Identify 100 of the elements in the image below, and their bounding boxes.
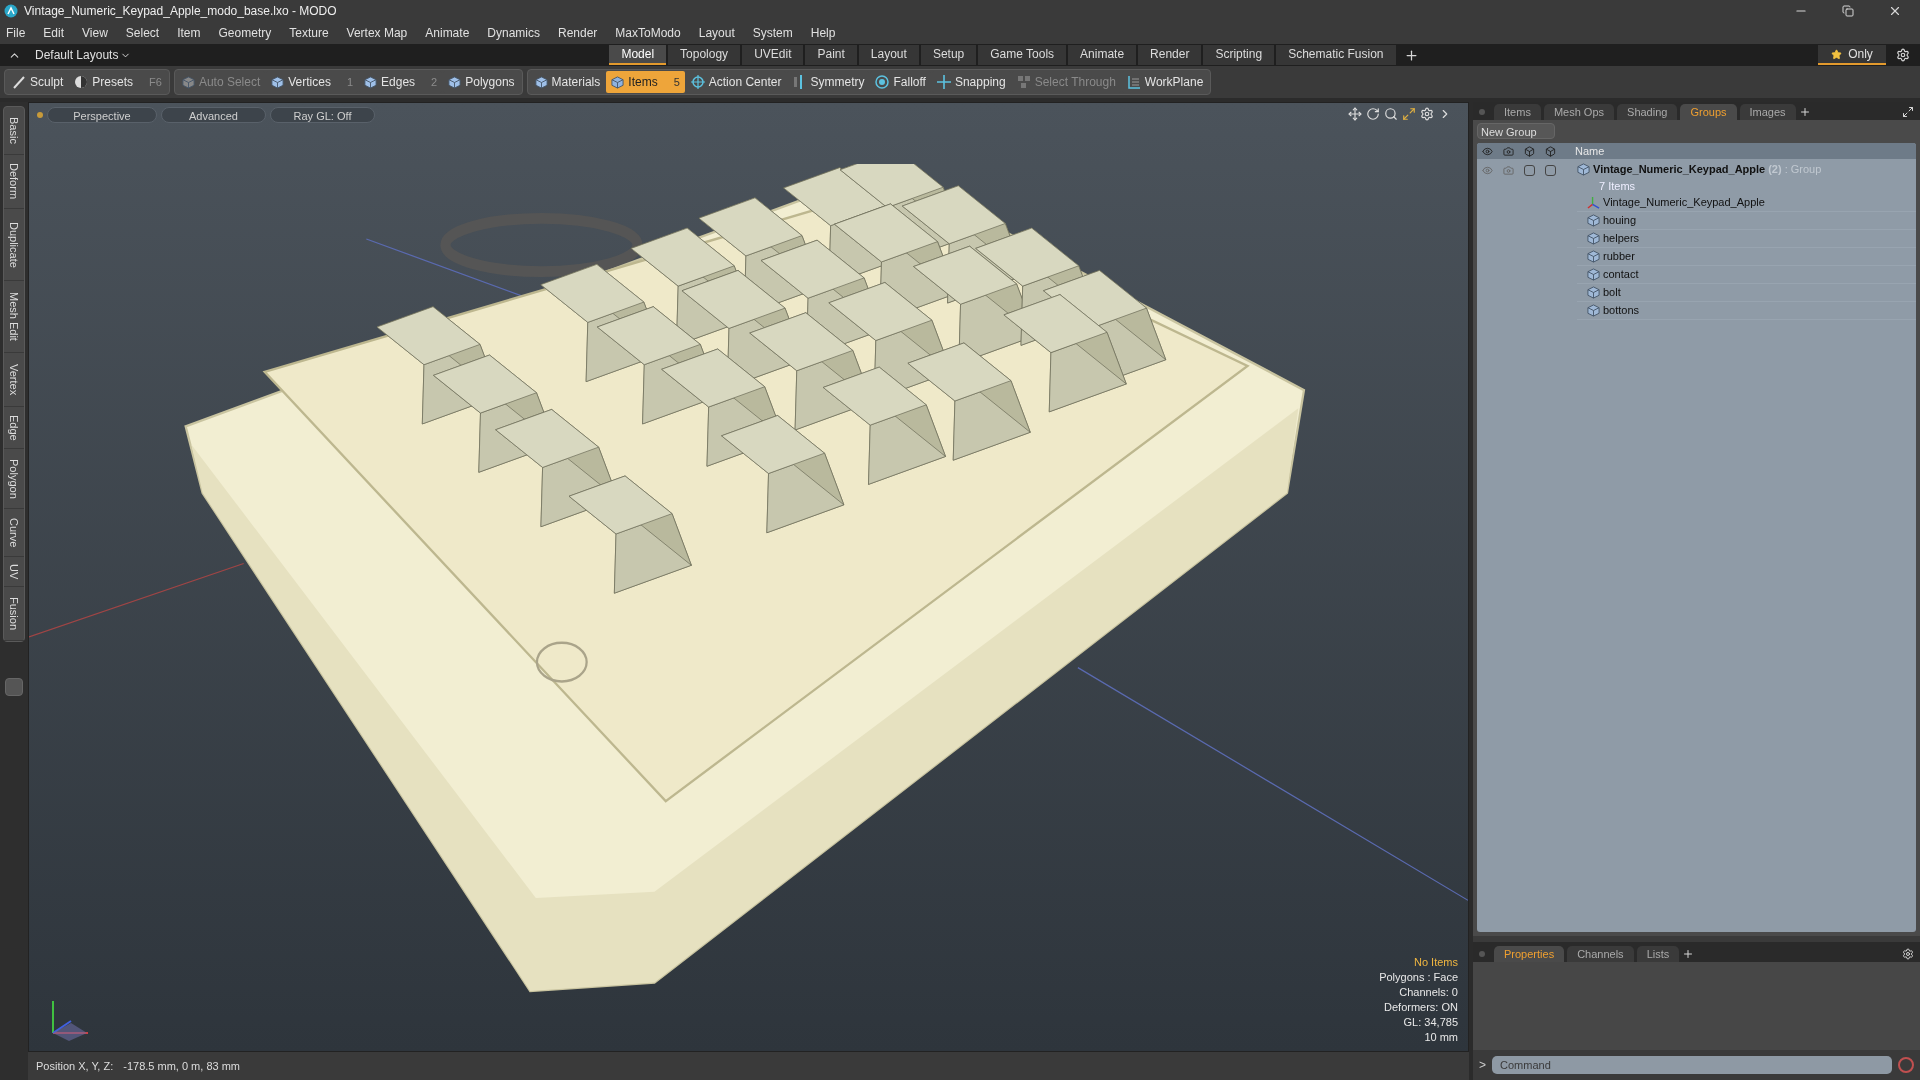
group-item-row[interactable]: bolt [1577, 284, 1916, 302]
panel-tab[interactable]: Channels [1567, 946, 1634, 962]
layout-tab[interactable]: Game Tools [978, 45, 1067, 65]
selection-info: No Items [1414, 955, 1458, 970]
menu-item[interactable]: Item [177, 24, 201, 42]
group-item-name: contact [1603, 267, 1639, 283]
layout-tab[interactable]: Setup [920, 45, 977, 65]
layouts-dropdown[interactable]: Default Layouts [35, 46, 132, 64]
side-tab[interactable]: Curve [4, 509, 24, 557]
settings-icon[interactable] [1896, 48, 1910, 62]
menu-item[interactable]: File [6, 24, 26, 42]
menu-item[interactable]: Texture [289, 24, 329, 42]
menu-item[interactable]: System [752, 24, 793, 42]
side-tab[interactable]: Polygon [4, 449, 24, 509]
layout-tab[interactable]: Scripting [1203, 45, 1275, 65]
add-tab-icon[interactable] [1403, 47, 1419, 63]
layout-tab[interactable]: UVEdit [742, 45, 804, 65]
group-item-row[interactable]: helpers [1577, 230, 1916, 248]
menu-item[interactable]: Layout [698, 24, 735, 42]
tool-button[interactable]: Items 5 [606, 71, 685, 93]
status-value: -178.5 mm, 0 m, 83 mm [123, 1058, 240, 1074]
only-button[interactable]: Only [1818, 45, 1886, 65]
command-field[interactable]: Command [1492, 1056, 1892, 1074]
side-tab[interactable]: Mesh Edit [4, 281, 24, 353]
command-prompt: > [1479, 1057, 1486, 1074]
cubes-icon [1016, 75, 1031, 89]
toggle-checkbox[interactable] [1545, 165, 1556, 176]
viewport-info-text: Channels: 0 [1399, 985, 1458, 1000]
viewport-option-button[interactable]: Perspective [47, 107, 157, 123]
menu-item[interactable]: Edit [43, 24, 65, 42]
pan-icon[interactable] [1348, 107, 1362, 121]
toggle-checkbox[interactable] [1524, 165, 1535, 176]
viewport-info-text: Polygons : Face [1379, 970, 1458, 985]
layout-tab[interactable]: Schematic Fusion [1276, 45, 1396, 65]
menu-item[interactable]: MaxToModo [615, 24, 681, 42]
side-toggle-button[interactable] [5, 678, 23, 696]
settings-icon[interactable] [1420, 107, 1434, 121]
cube-icon [1587, 214, 1600, 227]
panel-tab[interactable]: Groups [1680, 104, 1737, 120]
rotate-icon[interactable] [1366, 107, 1380, 121]
side-tab[interactable]: Fusion [4, 587, 24, 641]
menu-item[interactable]: Dynamics [487, 24, 540, 42]
panel-tab[interactable]: Mesh Ops [1543, 104, 1615, 120]
eye-icon[interactable] [1482, 145, 1493, 157]
group-item-row[interactable]: Vintage_Numeric_Keypad_Apple [1577, 194, 1916, 212]
star-icon [1831, 48, 1843, 60]
camera-icon[interactable] [1503, 145, 1514, 157]
menu-item[interactable]: Animate [425, 24, 470, 42]
menu-item[interactable]: Vertex Map [346, 24, 408, 42]
group-item-name: rubber [1603, 249, 1635, 265]
menu-item[interactable]: Geometry [218, 24, 272, 42]
group-subtitle: 7 Items [1598, 178, 1637, 194]
group-item-row[interactable]: rubber [1577, 248, 1916, 266]
panel-tab[interactable]: Shading [1617, 104, 1678, 120]
panel-tab[interactable]: Images [1739, 104, 1796, 120]
group-item-row[interactable]: contact [1577, 266, 1916, 284]
side-tab[interactable]: Duplicate [4, 209, 24, 281]
status-label: Position X, Y, Z: [36, 1058, 114, 1074]
add-tab-icon[interactable] [1798, 106, 1811, 118]
expand-icon[interactable] [1902, 106, 1914, 118]
panel-tab[interactable]: Lists [1636, 946, 1680, 962]
group-item-name: Vintage_Numeric_Keypad_Apple [1603, 195, 1765, 211]
layout-tab[interactable]: Model [609, 45, 667, 65]
group-item-row[interactable]: houing [1577, 212, 1916, 230]
layout-tab[interactable]: Paint [805, 45, 857, 65]
box-icon[interactable] [1524, 145, 1535, 157]
cube-icon [1587, 250, 1600, 263]
record-icon[interactable] [1898, 1057, 1914, 1073]
cube-icon [1587, 268, 1600, 281]
layout-tab[interactable]: Topology [668, 45, 741, 65]
side-tab[interactable]: Edge [4, 407, 24, 449]
panel-tab[interactable]: Items [1494, 104, 1541, 120]
menu-item[interactable]: View [82, 24, 108, 42]
search-icon[interactable] [1384, 107, 1398, 121]
target-icon [875, 75, 890, 89]
layout-tab[interactable]: Render [1138, 45, 1202, 65]
menu-item[interactable]: Select [125, 24, 160, 42]
side-tab[interactable]: Deform [4, 155, 24, 209]
settings-icon[interactable] [1902, 948, 1914, 960]
layout-tab[interactable]: Animate [1068, 45, 1137, 65]
side-tab[interactable]: Basic [4, 107, 24, 155]
side-tab[interactable]: UV [4, 557, 24, 587]
close-icon[interactable] [1888, 4, 1902, 18]
menu-item[interactable]: Help [810, 24, 836, 42]
maximize-icon[interactable] [1402, 107, 1416, 121]
restore-icon[interactable] [1842, 5, 1854, 17]
side-tab[interactable]: Vertex [4, 353, 24, 407]
box-icon[interactable] [1545, 145, 1556, 157]
cube-icon [1577, 162, 1590, 176]
group-item-name: bottons [1603, 303, 1640, 319]
grid-icon [1126, 75, 1141, 89]
cube-icon [181, 75, 195, 89]
panel-tab[interactable]: Properties [1494, 946, 1565, 962]
group-item-row[interactable]: bottons [1577, 302, 1916, 320]
viewport-option-button[interactable]: Advanced [161, 107, 266, 123]
layout-tab[interactable]: Layout [858, 45, 919, 65]
viewport-option-button[interactable]: Ray GL: Off [270, 107, 375, 123]
add-tab-icon[interactable] [1682, 948, 1695, 960]
new-group-button[interactable]: New Group [1477, 123, 1555, 139]
menu-item[interactable]: Render [558, 24, 598, 42]
